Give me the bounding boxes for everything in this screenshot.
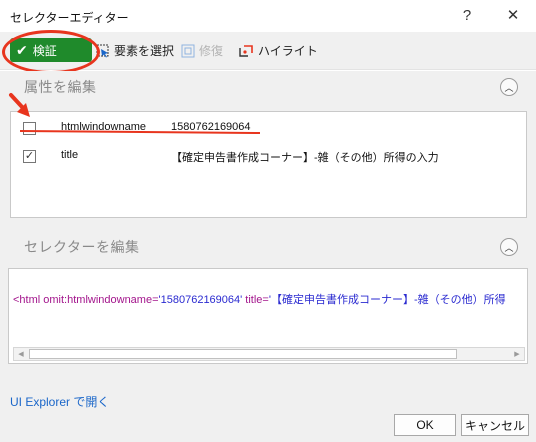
attributes-collapse-button[interactable]: ︿ — [500, 78, 518, 96]
chevron-up-icon: ︿ — [504, 242, 514, 253]
verify-button[interactable]: ✔ 検証 — [10, 38, 92, 62]
highlight-icon — [239, 44, 253, 57]
attribute-checkbox-title[interactable]: ✓ — [23, 149, 36, 163]
attribute-name: title — [61, 149, 79, 161]
ok-button[interactable]: OK — [394, 414, 456, 436]
scroll-right-icon[interactable]: ▶ — [510, 348, 524, 360]
selector-editor[interactable]: <html omit:htmlwindowname='1580762169064… — [8, 268, 528, 364]
check-icon: ✓ — [24, 149, 35, 162]
repair-icon — [181, 44, 195, 57]
attribute-row-title: ✓ title 【確定申告書作成コーナー】-雑（その他）所得の入力 — [23, 146, 518, 166]
selector-attr: omit:htmlwindowname= — [43, 294, 159, 306]
select-element-button[interactable]: 要素を選択 — [96, 42, 174, 59]
selector-text[interactable]: <html omit:htmlwindowname='1580762169064… — [13, 291, 506, 307]
chevron-up-icon: ︿ — [504, 82, 514, 93]
cancel-button[interactable]: キャンセル — [461, 414, 529, 436]
highlight-button[interactable]: ハイライト — [238, 42, 318, 59]
highlight-label: ハイライト — [258, 44, 318, 58]
window-title: セレクターエディター — [10, 11, 129, 25]
attribute-row-htmlwindowname: htmlwindowname 1580762169064 — [23, 118, 518, 138]
selector-collapse-button[interactable]: ︿ — [500, 238, 518, 256]
select-element-icon — [96, 44, 109, 57]
repair-button[interactable]: 修復 — [181, 42, 223, 59]
toolbar: ✔ 検証 要素を選択 修復 ハイライト — [0, 32, 536, 70]
close-button[interactable]: ✕ — [500, 3, 526, 29]
selector-value: '1580762169064' — [158, 294, 243, 306]
selector-section-title: セレクターを編集 — [24, 239, 140, 255]
annotation-arrow-icon — [9, 93, 30, 117]
attributes-panel: htmlwindowname 1580762169064 ✓ title 【確定… — [10, 111, 527, 218]
ui-explorer-link[interactable]: UI Explorer で開く — [10, 393, 109, 410]
attribute-value[interactable]: 【確定申告書作成コーナー】-雑（その他）所得の入力 — [171, 149, 439, 165]
repair-label: 修復 — [199, 44, 224, 58]
verify-label: 検証 — [32, 43, 57, 58]
help-button[interactable]: ? — [454, 3, 480, 29]
scrollbar-thumb[interactable] — [29, 349, 457, 359]
scroll-left-icon[interactable]: ◀ — [14, 348, 28, 360]
selector-tag: <html — [13, 294, 44, 306]
select-element-label: 要素を選択 — [114, 44, 175, 58]
check-icon: ✔ — [16, 42, 28, 58]
horizontal-scrollbar[interactable]: ◀ ▶ — [13, 347, 525, 361]
title-bar: セレクターエディター ? ✕ — [0, 0, 536, 32]
selector-attr: title= — [242, 294, 269, 306]
selector-value: '【確定申告書作成コーナー】-雑（その他）所得 — [268, 294, 506, 306]
